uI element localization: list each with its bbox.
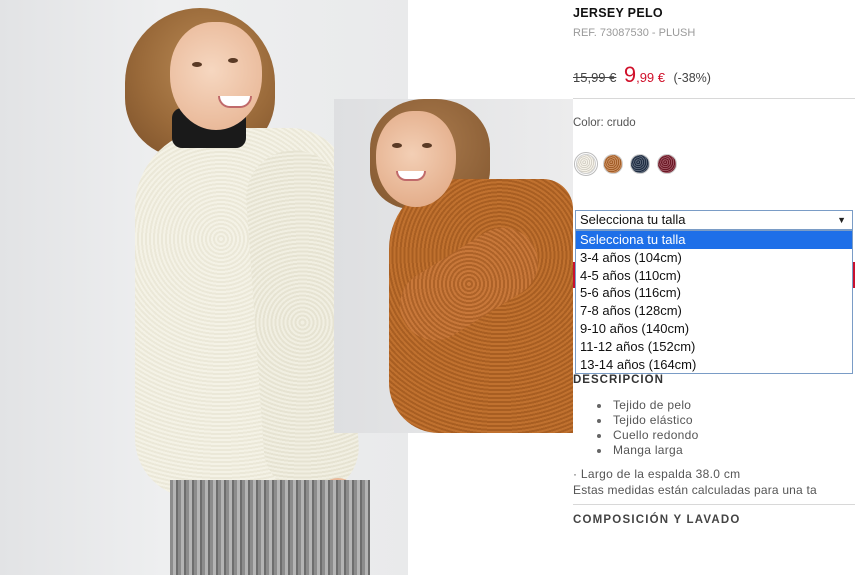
divider [573,504,855,505]
product-title: JERSEY PELO [573,6,663,20]
feature-list: Tejido de pelo Tejido elástico Cuello re… [597,398,699,458]
price-block: 15,99 € 9,99 € (-38%) [573,62,711,88]
divider [573,98,855,99]
color-label: Color: crudo [573,117,636,129]
color-swatch-camel[interactable] [603,154,623,174]
eye-shape [228,58,238,63]
discount-badge: (-38%) [673,71,711,85]
product-reference: REF. 73087530 - PLUSH [573,27,696,39]
size-option-placeholder[interactable]: Selecciona tu talla [576,231,852,249]
color-swatches [574,152,677,176]
size-option-13-14[interactable]: 13-14 años (164cm) [576,356,852,374]
back-length: · Largo de la espalda 38.0 cm [573,467,741,481]
feature-item: Tejido de pelo [597,398,699,413]
size-option-9-10[interactable]: 9-10 años (140cm) [576,320,852,338]
product-info-panel: JERSEY PELO REF. 73087530 - PLUSH 15,99 … [573,0,855,575]
face-shape [376,111,456,207]
color-swatch-navy[interactable] [630,154,650,174]
face-shape [170,22,262,130]
feature-item: Tejido elástico [597,413,699,428]
skirt-shape [170,480,370,575]
dropdown-arrow-icon[interactable]: ▼ [837,211,846,229]
description-heading: DESCRIPCIÓN [573,374,664,386]
feature-item: Cuello redondo [597,428,699,443]
size-option-4-5[interactable]: 4-5 años (110cm) [576,267,852,285]
sale-price-integer: 9 [623,62,637,87]
sale-price-decimals: ,99 € [636,70,665,85]
size-option-5-6[interactable]: 5-6 años (116cm) [576,284,852,302]
eye-shape [392,143,402,148]
composition-heading[interactable]: COMPOSICIÓN Y LAVADO [573,514,741,526]
size-option-7-8[interactable]: 7-8 años (128cm) [576,302,852,320]
product-photo-rust[interactable] [334,99,573,433]
feature-item: Manga larga [597,443,699,458]
eye-shape [192,62,202,67]
size-option-11-12[interactable]: 11-12 años (152cm) [576,338,852,356]
size-select[interactable]: Selecciona tu talla ▼ [575,210,853,230]
old-price: 15,99 € [573,70,617,85]
size-option-3-4[interactable]: 3-4 años (104cm) [576,249,852,267]
size-dropdown-list: Selecciona tu talla 3-4 años (104cm) 4-5… [575,230,853,375]
color-swatch-burgundy[interactable] [657,154,677,174]
size-select-value: Selecciona tu talla [580,212,686,227]
eye-shape [422,143,432,148]
color-swatch-crudo[interactable] [574,152,598,176]
measures-note: Estas medidas están calculadas para una … [573,483,817,497]
